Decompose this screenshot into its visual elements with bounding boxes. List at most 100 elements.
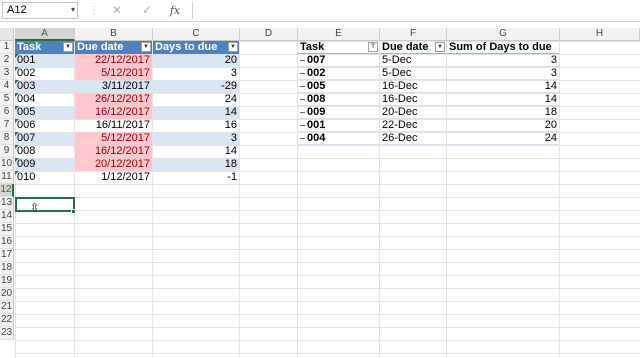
column-header-f[interactable]: F: [380, 28, 447, 41]
days-to-due-cell[interactable]: 14: [153, 106, 239, 119]
chevron-down-icon[interactable]: ▾: [71, 5, 75, 14]
due-date-cell[interactable]: 26/12/2017: [75, 93, 152, 106]
collapse-icon[interactable]: [300, 72, 305, 74]
row-header-5[interactable]: 5: [0, 93, 14, 106]
pivot-due-date-cell[interactable]: 16-Dec: [380, 93, 446, 106]
row-header-21[interactable]: 21: [0, 301, 14, 314]
filter-dropdown-icon[interactable]: ▼: [228, 42, 238, 52]
row-header-19[interactable]: 19: [0, 275, 14, 288]
collapse-icon[interactable]: [300, 124, 305, 126]
task-cell[interactable]: 008: [15, 145, 74, 158]
pivot-header-cell[interactable]: Task ⊤: [298, 41, 379, 54]
drag-handle-icon[interactable]: ⋮: [89, 5, 99, 16]
column-header-g[interactable]: G: [447, 28, 560, 41]
column-header-d[interactable]: D: [240, 28, 298, 41]
row-header-8[interactable]: 8: [0, 132, 14, 145]
row-header-13[interactable]: 13: [0, 197, 14, 210]
due-date-cell[interactable]: 16/12/2017: [75, 145, 152, 158]
column-header-h[interactable]: H: [560, 28, 640, 41]
pivot-header-cell[interactable]: Due date ▼: [380, 41, 446, 54]
pivot-due-date-cell[interactable]: 5-Dec: [380, 67, 446, 80]
pivot-due-date-cell[interactable]: 20-Dec: [380, 106, 446, 119]
table-header-cell[interactable]: Due date ▼: [75, 41, 152, 54]
due-date-cell[interactable]: 20/12/2017: [75, 158, 152, 171]
formula-input[interactable]: [192, 2, 638, 19]
pivot-task-cell[interactable]: 002: [298, 67, 379, 80]
due-date-cell[interactable]: 1/12/2017: [75, 171, 152, 184]
pivot-sum-cell[interactable]: 3: [447, 67, 559, 80]
row-header-23[interactable]: 23: [0, 327, 14, 340]
due-date-cell[interactable]: 16/12/2017: [75, 106, 152, 119]
days-to-due-cell[interactable]: 20: [153, 54, 239, 67]
pivot-sum-cell[interactable]: 14: [447, 93, 559, 106]
row-header-6[interactable]: 6: [0, 106, 14, 119]
pivot-sum-cell[interactable]: 20: [447, 119, 559, 132]
days-to-due-cell[interactable]: -29: [153, 80, 239, 93]
pivot-due-date-cell[interactable]: 22-Dec: [380, 119, 446, 132]
table-header-cell[interactable]: Task ▼: [15, 41, 74, 54]
task-cell[interactable]: 004: [15, 93, 74, 106]
row-header-9[interactable]: 9: [0, 145, 14, 158]
pivot-header-cell[interactable]: Sum of Days to due: [447, 41, 559, 54]
pivot-due-date-cell[interactable]: 16-Dec: [380, 80, 446, 93]
column-header-e[interactable]: E: [298, 28, 380, 41]
row-header-16[interactable]: 16: [0, 236, 14, 249]
days-to-due-cell[interactable]: -1: [153, 171, 239, 184]
collapse-icon[interactable]: [300, 98, 305, 100]
column-header-b[interactable]: B: [75, 28, 153, 41]
task-cell[interactable]: 005: [15, 106, 74, 119]
row-header-3[interactable]: 3: [0, 67, 14, 80]
due-date-cell[interactable]: 5/12/2017: [75, 132, 152, 145]
row-header-10[interactable]: 10: [0, 158, 14, 171]
due-date-cell[interactable]: 22/12/2017: [75, 54, 152, 67]
pivot-task-cell[interactable]: 004: [298, 132, 379, 145]
pivot-task-cell[interactable]: 009: [298, 106, 379, 119]
table-header-cell[interactable]: Days to due ▼: [153, 41, 239, 54]
row-header-22[interactable]: 22: [0, 314, 14, 327]
pivot-due-date-cell[interactable]: 26-Dec: [380, 132, 446, 145]
row-header-4[interactable]: 4: [0, 80, 14, 93]
collapse-icon[interactable]: [300, 137, 305, 139]
days-to-due-cell[interactable]: 3: [153, 67, 239, 80]
pivot-task-cell[interactable]: 007: [298, 54, 379, 67]
pivot-task-cell[interactable]: 001: [298, 119, 379, 132]
days-to-due-cell[interactable]: 18: [153, 158, 239, 171]
days-to-due-cell[interactable]: 14: [153, 145, 239, 158]
collapse-icon[interactable]: [300, 85, 305, 87]
pivot-filter-icon[interactable]: ⊤: [368, 42, 378, 52]
task-cell[interactable]: 001: [15, 54, 74, 67]
select-all-corner[interactable]: [0, 28, 14, 41]
due-date-cell[interactable]: 3/11/2017: [75, 80, 152, 93]
filter-dropdown-icon[interactable]: ▼: [141, 42, 151, 52]
pivot-due-date-cell[interactable]: 5-Dec: [380, 54, 446, 67]
row-header-18[interactable]: 18: [0, 262, 14, 275]
pivot-task-cell[interactable]: 005: [298, 80, 379, 93]
due-date-cell[interactable]: 16/11/2017: [75, 119, 152, 132]
column-header-a[interactable]: A: [15, 28, 75, 41]
row-header-14[interactable]: 14: [0, 210, 14, 223]
days-to-due-cell[interactable]: 24: [153, 93, 239, 106]
filter-dropdown-icon[interactable]: ▼: [63, 42, 73, 52]
pivot-sum-cell[interactable]: 24: [447, 132, 559, 145]
collapse-icon[interactable]: [300, 111, 305, 113]
row-header-17[interactable]: 17: [0, 249, 14, 262]
task-cell[interactable]: 009: [15, 158, 74, 171]
pivot-sum-cell[interactable]: 18: [447, 106, 559, 119]
insert-function-icon[interactable]: fx: [166, 2, 184, 19]
pivot-sum-cell[interactable]: 3: [447, 54, 559, 67]
fill-handle[interactable]: [71, 209, 76, 214]
task-cell[interactable]: 003: [15, 80, 74, 93]
cancel-icon[interactable]: ✕: [108, 2, 126, 19]
row-header-12[interactable]: 12: [0, 184, 14, 197]
pivot-dropdown-icon[interactable]: ▼: [435, 42, 445, 52]
row-header-15[interactable]: 15: [0, 223, 14, 236]
task-cell[interactable]: 006: [15, 119, 74, 132]
task-cell[interactable]: 002: [15, 67, 74, 80]
pivot-task-cell[interactable]: 008: [298, 93, 379, 106]
row-header-2[interactable]: 2: [0, 54, 14, 67]
pivot-sum-cell[interactable]: 14: [447, 80, 559, 93]
days-to-due-cell[interactable]: 16: [153, 119, 239, 132]
row-header-7[interactable]: 7: [0, 119, 14, 132]
days-to-due-cell[interactable]: 3: [153, 132, 239, 145]
column-header-c[interactable]: C: [153, 28, 240, 41]
